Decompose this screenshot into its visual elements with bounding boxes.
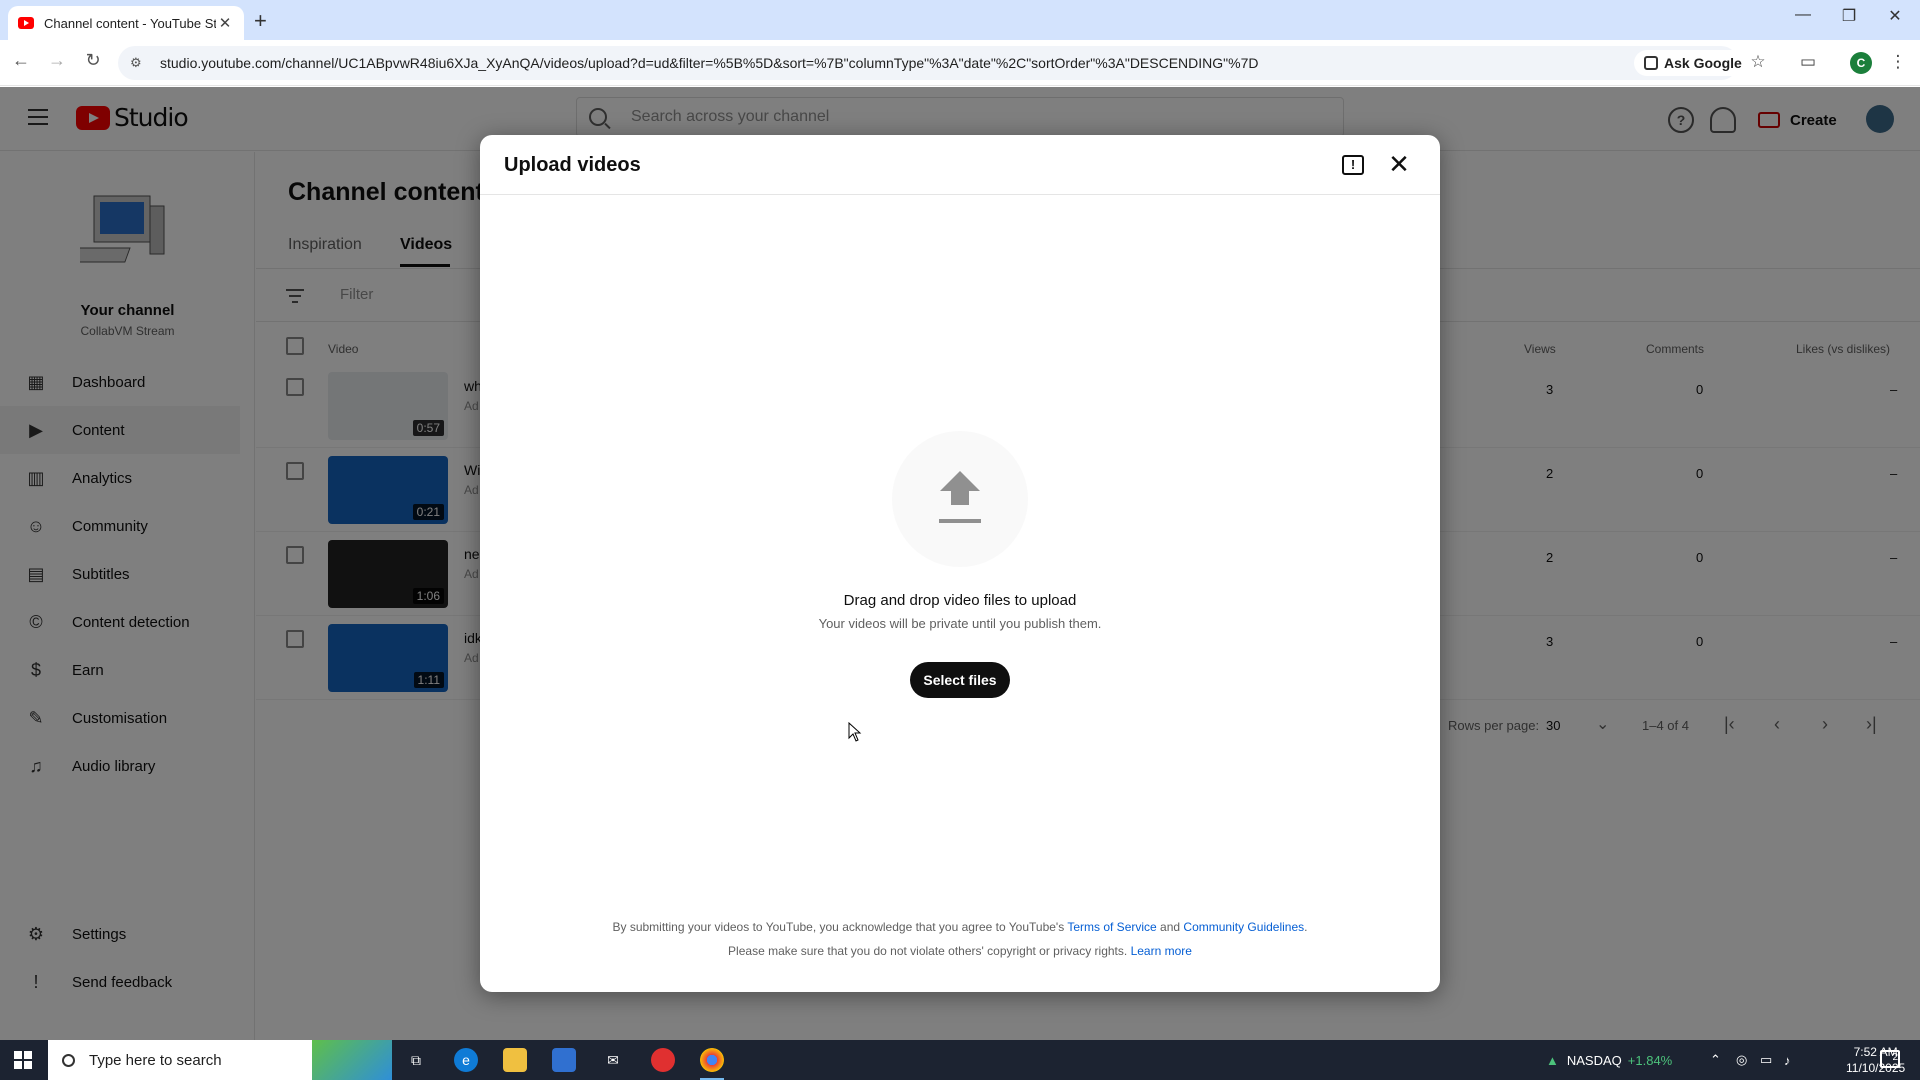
microsoft-store-icon[interactable] — [552, 1048, 576, 1072]
community-guidelines-link[interactable]: Community Guidelines — [1183, 920, 1304, 934]
profile-avatar[interactable]: C — [1850, 52, 1872, 74]
upload-arrow-base — [939, 519, 981, 523]
network-icon[interactable]: ▭ — [1760, 1040, 1772, 1080]
back-icon[interactable]: ← — [8, 50, 34, 71]
youtube-favicon-icon — [18, 17, 34, 29]
legal-and: and — [1160, 920, 1181, 934]
windows-taskbar: Type here to search ⧉ e ✉ ▲ NASDAQ +1.84… — [0, 1040, 1920, 1080]
stock-name: NASDAQ — [1566, 1052, 1622, 1068]
tab-close-icon[interactable]: ✕ — [216, 14, 234, 32]
browser-tabstrip: Channel content - YouTube Stu ✕ + — ❐ ✕ — [0, 0, 1920, 40]
stock-change: +1.84% — [1627, 1052, 1673, 1068]
legal-text-line2: Please make sure that you do not violate… — [480, 944, 1440, 958]
windows-start-icon[interactable] — [14, 1051, 32, 1069]
reload-icon[interactable]: ↻ — [80, 50, 106, 71]
window-close-icon[interactable]: ✕ — [1872, 6, 1918, 26]
search-highlight-image[interactable] — [312, 1040, 392, 1080]
drag-drop-text: Drag and drop video files to upload — [843, 592, 1077, 609]
url-text: studio.youtube.com/channel/UC1ABpvwR48iu… — [160, 55, 1259, 71]
taskbar-search-placeholder: Type here to search — [89, 1051, 222, 1069]
google-lens-icon — [1644, 56, 1658, 70]
minimize-icon[interactable]: — — [1780, 6, 1826, 24]
browser-toolbar: ← → ↻ ⚙ studio.youtube.com/channel/UC1AB… — [0, 40, 1920, 86]
upload-videos-dialog: Upload videos ! ✕ Drag and drop video fi… — [480, 135, 1440, 992]
close-icon[interactable]: ✕ — [1384, 149, 1414, 180]
file-explorer-icon[interactable] — [503, 1048, 527, 1072]
restore-icon[interactable]: ❐ — [1826, 6, 1872, 26]
learn-more-link[interactable]: Learn more — [1131, 944, 1192, 958]
select-files-button[interactable]: Select files — [910, 662, 1010, 698]
new-tab-icon[interactable]: + — [254, 8, 267, 34]
recorder-icon[interactable] — [651, 1048, 675, 1072]
legal-period: . — [1304, 920, 1308, 934]
legal-text: By submitting your videos to YouTube, yo… — [612, 920, 1065, 934]
private-note: Your videos will be private until you pu… — [818, 616, 1102, 631]
tray-chevron-icon[interactable]: ⌃ — [1710, 1040, 1721, 1080]
ask-google-button[interactable]: Ask Google — [1634, 50, 1752, 76]
ask-google-label: Ask Google — [1664, 55, 1742, 71]
stock-chart-icon: ▲ — [1546, 1052, 1559, 1068]
address-bar[interactable]: ⚙ studio.youtube.com/channel/UC1ABpvwR48… — [118, 46, 1738, 80]
legal-text-line1: By submitting your videos to YouTube, yo… — [480, 920, 1440, 934]
terms-of-service-link[interactable]: Terms of Service — [1067, 920, 1156, 934]
mouse-cursor-icon — [848, 722, 862, 742]
browser-menu-icon[interactable]: ⋮ — [1886, 52, 1910, 72]
tab-title: Channel content - YouTube Stu — [44, 15, 216, 31]
taskbar-search-icon — [62, 1053, 75, 1067]
forward-icon[interactable]: → — [44, 50, 70, 71]
dialog-header: Upload videos ! ✕ — [480, 135, 1440, 195]
tray-app-icon[interactable]: ◎ — [1736, 1040, 1747, 1080]
volume-icon[interactable]: ♪ — [1784, 1040, 1791, 1080]
bookmark-star-icon[interactable]: ☆ — [1746, 52, 1770, 72]
legal-text: Please make sure that you do not violate… — [728, 944, 1128, 958]
upload-arrow-icon — [940, 471, 980, 491]
chrome-icon[interactable] — [700, 1048, 724, 1080]
upload-drop-zone[interactable] — [892, 431, 1028, 567]
site-info-icon[interactable]: ⚙ — [130, 55, 150, 71]
tab-search-icon[interactable]: ▭ — [1796, 52, 1820, 72]
task-view-icon[interactable]: ⧉ — [404, 1048, 428, 1072]
mail-icon[interactable]: ✉ — [601, 1048, 625, 1072]
feedback-icon[interactable]: ! — [1342, 155, 1364, 175]
browser-tab[interactable]: Channel content - YouTube Stu ✕ — [8, 6, 244, 40]
edge-icon[interactable]: e — [454, 1048, 478, 1072]
upload-arrow-stem — [951, 491, 969, 505]
notification-center-icon[interactable]: 2 — [1880, 1050, 1900, 1068]
dialog-title: Upload videos — [504, 154, 641, 176]
stock-widget[interactable]: ▲ NASDAQ +1.84% — [1546, 1040, 1672, 1080]
